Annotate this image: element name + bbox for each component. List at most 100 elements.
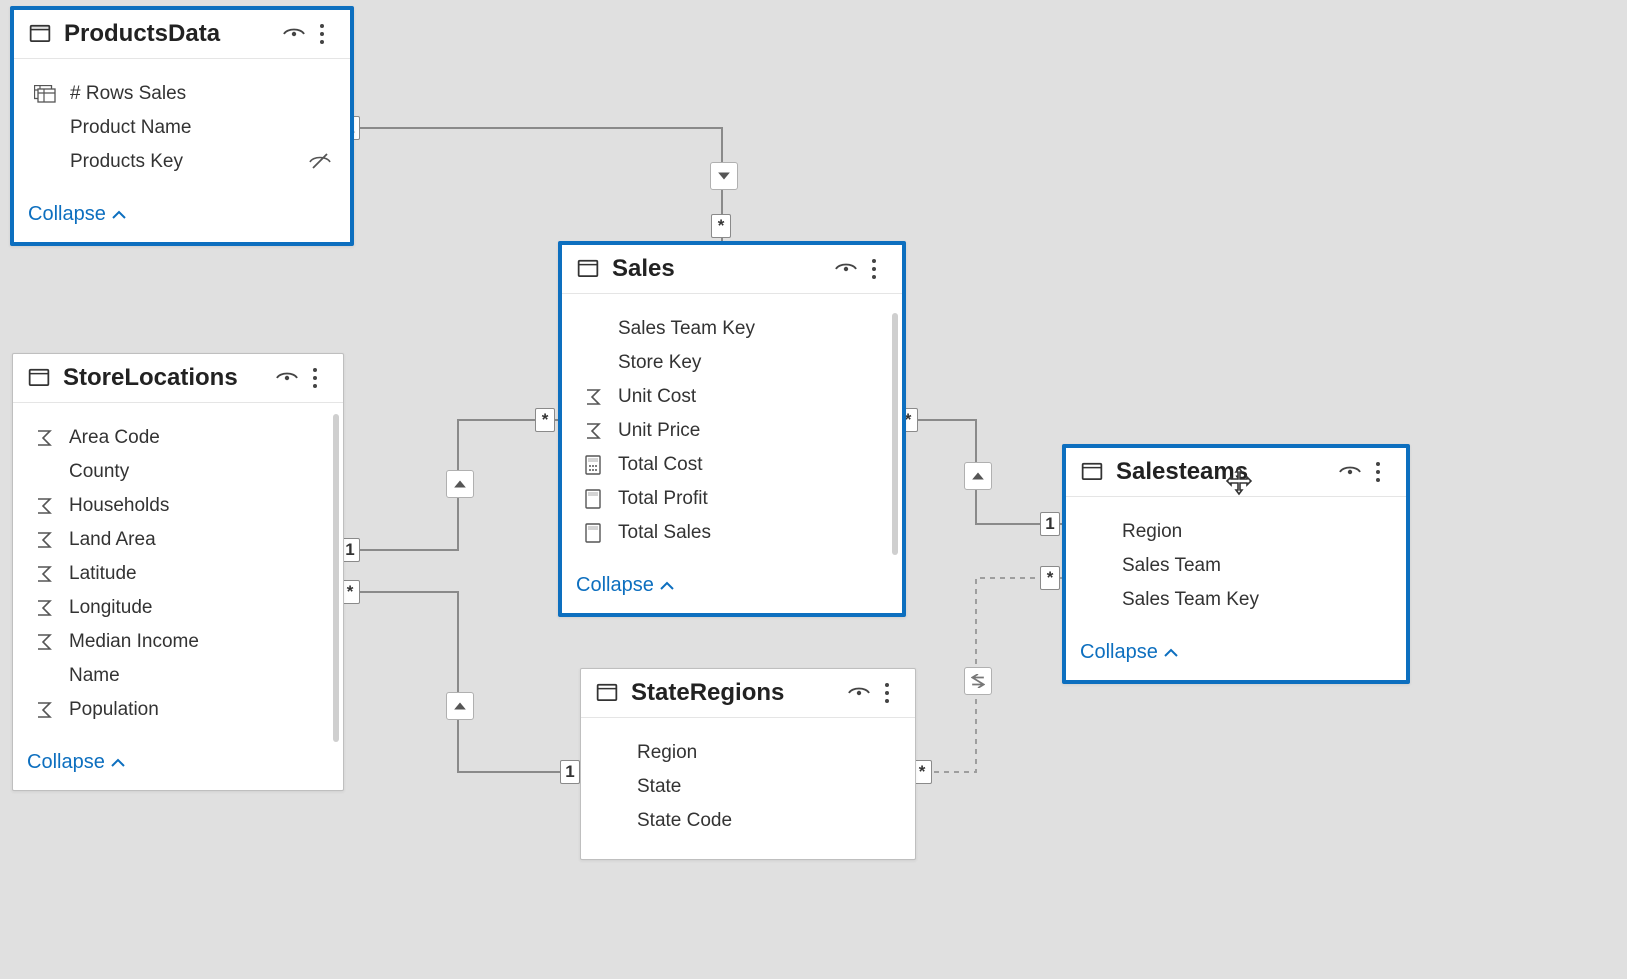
calculator-icon xyxy=(578,488,608,510)
blank-icon xyxy=(30,117,60,139)
cardinality-many: * xyxy=(711,214,731,238)
scrollbar[interactable] xyxy=(333,414,339,742)
cardinality-one: 1 xyxy=(560,760,580,784)
field-row[interactable]: Households xyxy=(21,489,335,523)
field-row[interactable]: Unit Price xyxy=(570,414,894,448)
sigma-icon xyxy=(29,597,59,619)
field-label: Region xyxy=(1122,521,1390,543)
field-row[interactable]: Total Cost xyxy=(570,448,894,482)
blank-icon xyxy=(597,776,627,798)
field-label: Households xyxy=(69,495,327,517)
field-row[interactable]: Store Key xyxy=(570,346,894,380)
field-label: State Code xyxy=(637,810,899,832)
cardinality-many: * xyxy=(535,408,555,432)
table-header[interactable]: StateRegions xyxy=(581,669,915,718)
table-icon xyxy=(27,366,51,390)
field-row[interactable]: Sales Team Key xyxy=(1074,583,1398,617)
field-row[interactable]: Name xyxy=(21,659,335,693)
visibility-icon[interactable] xyxy=(832,255,860,283)
more-options-icon[interactable] xyxy=(1364,458,1392,486)
table-header[interactable]: ProductsData xyxy=(14,10,350,59)
field-list: Region State State Code xyxy=(581,718,915,848)
more-options-icon[interactable] xyxy=(301,364,329,392)
table-card-salesteams[interactable]: Salesteams Region Sales Team Sales Team … xyxy=(1062,444,1410,684)
field-row[interactable]: County xyxy=(21,455,335,489)
field-row[interactable]: Total Profit xyxy=(570,482,894,516)
collapse-link[interactable]: Collapse xyxy=(576,574,674,597)
chevron-up-icon xyxy=(112,210,126,220)
table-card-storelocations[interactable]: StoreLocations Area Code County Househol… xyxy=(12,353,344,791)
sigma-icon xyxy=(29,427,59,449)
more-options-icon[interactable] xyxy=(860,255,888,283)
blank-icon xyxy=(29,461,59,483)
field-label: Unit Price xyxy=(618,420,886,442)
field-row[interactable]: Sales Team Key xyxy=(570,312,894,346)
table-card-productsdata[interactable]: ProductsData # Rows Sales Product Name P… xyxy=(10,6,354,246)
field-label: Total Cost xyxy=(618,454,886,476)
sigma-icon xyxy=(578,420,608,442)
table-icon xyxy=(595,681,619,705)
table-card-stateregions[interactable]: StateRegions Region State State Code xyxy=(580,668,916,860)
field-label: Latitude xyxy=(69,563,327,585)
collapse-link[interactable]: Collapse xyxy=(28,203,126,226)
field-row[interactable]: # Rows Sales xyxy=(22,77,342,111)
table-icon xyxy=(28,22,52,46)
table-header[interactable]: StoreLocations xyxy=(13,354,343,403)
field-row[interactable]: Sales Team xyxy=(1074,549,1398,583)
field-row[interactable]: Total Sales xyxy=(570,516,894,550)
filter-direction-arrow[interactable] xyxy=(964,462,992,490)
field-label: Name xyxy=(69,665,327,687)
collapse-label: Collapse xyxy=(27,751,105,774)
field-row[interactable]: Median Income xyxy=(21,625,335,659)
field-label: Products Key xyxy=(70,151,306,173)
table-icon xyxy=(1080,460,1104,484)
field-row[interactable]: State xyxy=(589,770,907,804)
filter-direction-arrow[interactable] xyxy=(710,162,738,190)
field-row[interactable]: Longitude xyxy=(21,591,335,625)
blank-icon xyxy=(1082,589,1112,611)
field-label: Population xyxy=(69,699,327,721)
hidden-icon[interactable] xyxy=(306,151,334,173)
more-options-icon[interactable] xyxy=(308,20,336,48)
visibility-icon[interactable] xyxy=(845,679,873,707)
table-header[interactable]: Sales xyxy=(562,245,902,294)
field-row[interactable]: Region xyxy=(1074,515,1398,549)
filter-direction-arrow[interactable] xyxy=(964,667,992,695)
blank-icon xyxy=(1082,521,1112,543)
field-label: Total Sales xyxy=(618,522,886,544)
filter-direction-arrow[interactable] xyxy=(446,692,474,720)
sigma-icon xyxy=(29,563,59,585)
field-row[interactable]: Land Area xyxy=(21,523,335,557)
collapse-label: Collapse xyxy=(28,203,106,226)
calculator-icon xyxy=(578,454,608,476)
field-row[interactable]: Latitude xyxy=(21,557,335,591)
collapse-link[interactable]: Collapse xyxy=(27,751,125,774)
blank-icon xyxy=(597,810,627,832)
visibility-icon[interactable] xyxy=(273,364,301,392)
field-row[interactable]: Area Code xyxy=(21,421,335,455)
field-label: County xyxy=(69,461,327,483)
table-card-sales[interactable]: Sales Sales Team Key Store Key Unit Cost… xyxy=(558,241,906,617)
visibility-icon[interactable] xyxy=(280,20,308,48)
more-options-icon[interactable] xyxy=(873,679,901,707)
field-label: Land Area xyxy=(69,529,327,551)
field-row[interactable]: Products Key xyxy=(22,145,342,179)
field-row[interactable]: Region xyxy=(589,736,907,770)
blank-icon xyxy=(578,318,608,340)
collapse-label: Collapse xyxy=(576,574,654,597)
collapse-link[interactable]: Collapse xyxy=(1080,641,1178,664)
field-row[interactable]: Product Name xyxy=(22,111,342,145)
chevron-up-icon xyxy=(111,758,125,768)
field-list: Sales Team Key Store Key Unit Cost Unit … xyxy=(562,294,902,560)
field-row[interactable]: Unit Cost xyxy=(570,380,894,414)
collapse-label: Collapse xyxy=(1080,641,1158,664)
blank-icon xyxy=(1082,555,1112,577)
filter-direction-arrow[interactable] xyxy=(446,470,474,498)
cardinality-one: 1 xyxy=(1040,512,1060,536)
sigma-icon xyxy=(29,631,59,653)
field-row[interactable]: State Code xyxy=(589,804,907,838)
scrollbar[interactable] xyxy=(892,313,898,555)
field-row[interactable]: Population xyxy=(21,693,335,727)
table-header[interactable]: Salesteams xyxy=(1066,448,1406,497)
visibility-icon[interactable] xyxy=(1336,458,1364,486)
